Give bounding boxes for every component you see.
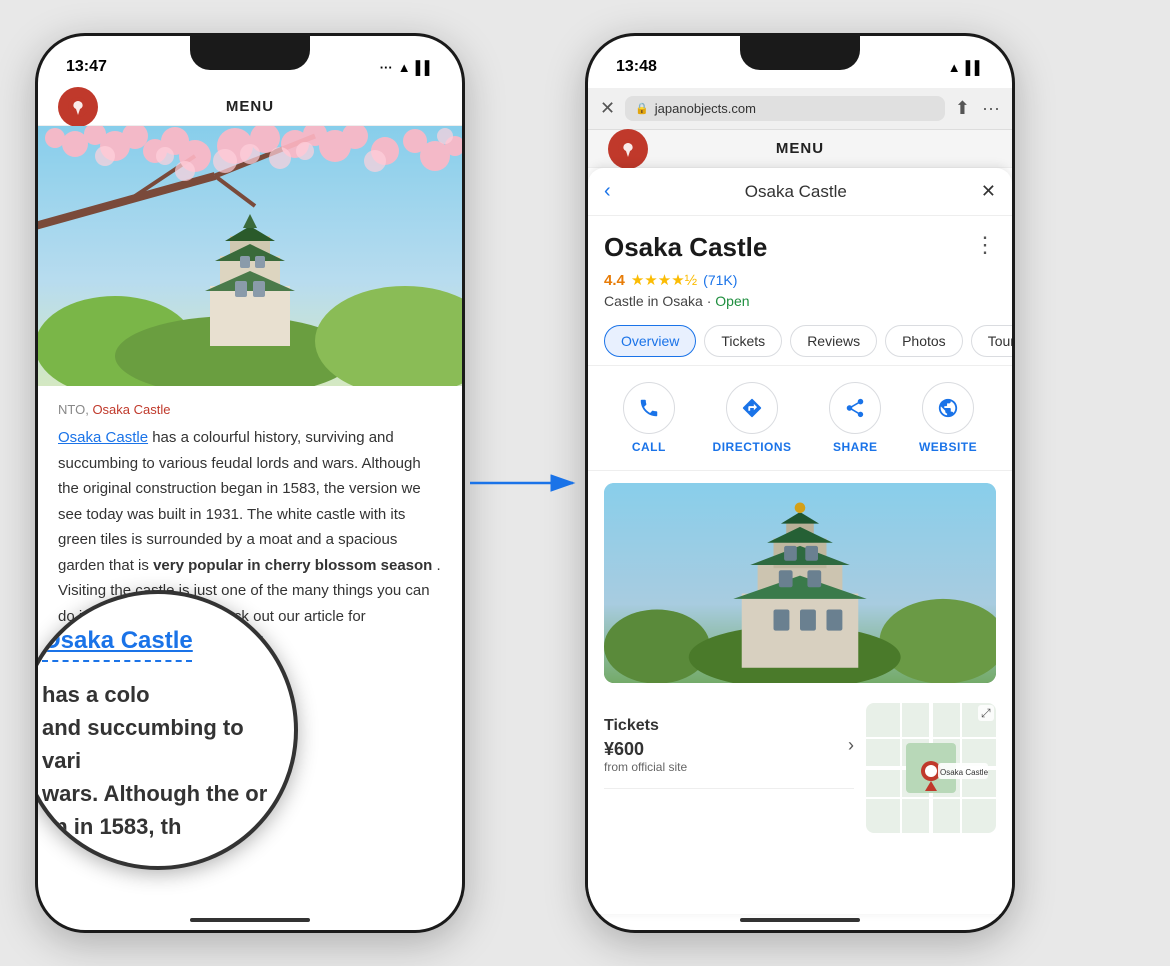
share-action[interactable]: SHARE <box>829 382 881 454</box>
right-phone: 13:48 ▲ ▌▌ ✕ 🔒 japanobjects.com ⬆ ··· <box>585 33 1015 933</box>
app-logo-right <box>608 129 648 169</box>
app-header-right: MENU <box>588 130 1012 168</box>
app-header-left: MENU <box>38 88 462 126</box>
rating-row: 4.4 ★★★★½ (71K) <box>604 271 996 289</box>
left-phone: 13:47 ··· ▲ ▌▌ MENU <box>35 33 465 933</box>
wifi-icon-right: ▲ <box>948 60 961 75</box>
time-right: 13:48 <box>616 58 657 76</box>
signal-icon: ··· <box>380 60 393 75</box>
gmaps-header: ‹ Osaka Castle ✕ <box>588 168 1012 216</box>
gmaps-panel: ‹ Osaka Castle ✕ Osaka Castle ⋮ 4.4 ★★★★… <box>588 168 1012 914</box>
website-icon-circle <box>922 382 974 434</box>
map-thumbnail[interactable]: Osaka Castle ⤢ <box>866 703 996 833</box>
status-icons-left: ··· ▲ ▌▌ <box>380 60 434 75</box>
tabs-row: Overview Tickets Reviews Photos Tours <box>588 317 1012 366</box>
time-left: 13:47 <box>66 58 107 76</box>
arrow-svg <box>465 468 585 498</box>
open-status: Open <box>715 293 749 309</box>
arrow-container <box>465 468 585 498</box>
browser-close-btn[interactable]: ✕ <box>600 98 615 119</box>
tickets-price: ¥600 <box>604 739 687 760</box>
website-label: WEBSITE <box>919 440 977 454</box>
price-source: from official site <box>604 760 687 774</box>
gmaps-title: Osaka Castle <box>745 182 847 202</box>
wifi-icon: ▲ <box>398 60 411 75</box>
share-icon-circle <box>829 382 881 434</box>
hero-image <box>38 126 462 386</box>
svg-text:Osaka Castle: Osaka Castle <box>940 768 989 777</box>
breadcrumb: NTO, Osaka Castle <box>58 402 442 417</box>
call-action[interactable]: CALL <box>623 382 675 454</box>
magnifier: Osaka Castle has a colo and succumbing t… <box>35 590 298 870</box>
osaka-castle-link-breadcrumb[interactable]: Osaka Castle <box>92 402 170 417</box>
home-indicator-right <box>740 918 860 922</box>
share-icon-browser[interactable]: ⬆ <box>955 98 970 119</box>
share-label: SHARE <box>833 440 878 454</box>
tab-tours[interactable]: Tours <box>971 325 1012 357</box>
app-logo-left <box>58 87 98 127</box>
status-icons-right: ▲ ▌▌ <box>948 60 984 75</box>
directions-action[interactable]: DIRECTIONS <box>713 382 792 454</box>
url-text: japanobjects.com <box>655 101 756 116</box>
tab-overview[interactable]: Overview <box>604 325 696 357</box>
magnifier-link: Osaka Castle <box>42 627 193 654</box>
reviews-section[interactable]: Reviews 4.4 ★★★★ › <box>588 833 1012 842</box>
place-more-btn[interactable]: ⋮ <box>974 232 996 258</box>
browser-bar: ✕ 🔒 japanobjects.com ⬆ ··· <box>588 88 1012 130</box>
battery-icon-right: ▌▌ <box>966 60 984 75</box>
browser-url-bar[interactable]: 🔒 japanobjects.com <box>625 96 945 121</box>
tickets-info: Tickets ¥600 from official site › <box>604 695 854 789</box>
place-header: Osaka Castle ⋮ 4.4 ★★★★½ (71K) Castle in… <box>588 216 1012 317</box>
svg-text:⤢: ⤢ <box>980 706 991 720</box>
gmaps-back-btn[interactable]: ‹ <box>604 180 611 203</box>
app-menu-title-left: MENU <box>226 98 274 115</box>
lock-icon: 🔒 <box>635 102 649 115</box>
website-action[interactable]: WEBSITE <box>919 382 977 454</box>
tickets-chevron-icon: › <box>848 735 854 756</box>
gmaps-content: Osaka Castle ⋮ 4.4 ★★★★½ (71K) Castle in… <box>588 216 1012 842</box>
tab-tickets[interactable]: Tickets <box>704 325 782 357</box>
home-indicator-left <box>190 918 310 922</box>
castle-photo-gmaps[interactable] <box>604 483 996 683</box>
tickets-map-row: Tickets ¥600 from official site › <box>588 695 1012 833</box>
app-menu-title-right: MENU <box>776 140 824 157</box>
castle-scene <box>38 126 462 386</box>
more-icon-browser[interactable]: ··· <box>982 98 1000 119</box>
actions-row: CALL DIRECTIONS <box>588 366 1012 471</box>
directions-icon-circle <box>726 382 778 434</box>
place-type: Castle in Osaka · Open <box>604 293 996 309</box>
magnifier-content: Osaka Castle has a colo and succumbing t… <box>35 594 294 870</box>
browser-actions: ⬆ ··· <box>955 98 1000 119</box>
osaka-castle-link-article[interactable]: Osaka Castle <box>58 429 148 446</box>
notch-right <box>740 36 860 70</box>
tickets-section[interactable]: Tickets ¥600 from official site › <box>604 703 854 789</box>
tab-reviews[interactable]: Reviews <box>790 325 877 357</box>
battery-icon: ▌▌ <box>416 60 434 75</box>
review-count[interactable]: (71K) <box>703 272 737 288</box>
place-name-row: Osaka Castle ⋮ <box>604 232 996 271</box>
call-label: CALL <box>632 440 666 454</box>
directions-label: DIRECTIONS <box>713 440 792 454</box>
rating-stars: ★★★★½ <box>631 271 697 289</box>
magnifier-dashes <box>42 660 192 662</box>
notch-left <box>190 36 310 70</box>
rating-number: 4.4 <box>604 272 625 289</box>
tickets-label: Tickets <box>604 717 659 734</box>
call-icon-circle <box>623 382 675 434</box>
place-name: Osaka Castle <box>604 232 767 263</box>
tab-photos[interactable]: Photos <box>885 325 963 357</box>
gmaps-close-btn[interactable]: ✕ <box>981 181 996 202</box>
